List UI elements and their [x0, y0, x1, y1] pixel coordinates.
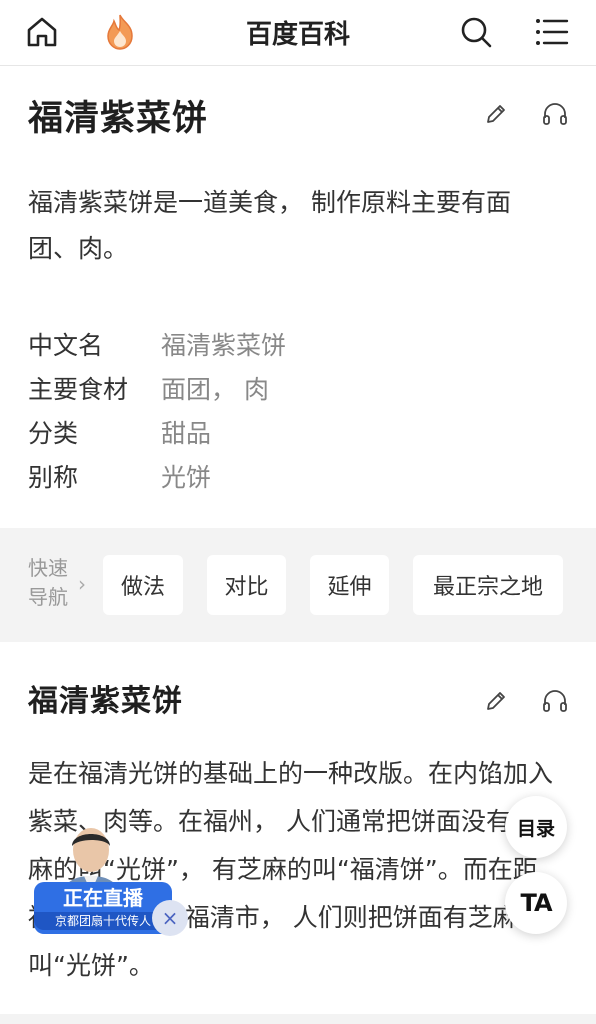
- home-icon[interactable]: [20, 10, 64, 54]
- info-value: 面团， 肉: [161, 375, 269, 404]
- quick-nav-label: 快速导航: [28, 556, 68, 609]
- info-row: 中文名 福清紫菜饼: [28, 322, 568, 366]
- info-key: 分类: [28, 419, 79, 448]
- info-row: 主要食材 面团， 肉: [28, 366, 568, 410]
- section-title: 福清紫菜饼: [28, 684, 183, 719]
- edit-icon[interactable]: [478, 96, 514, 132]
- info-key: 中文名: [28, 331, 104, 360]
- flame-icon[interactable]: [98, 10, 142, 54]
- info-row: 别称 光饼: [28, 454, 568, 498]
- edit-icon[interactable]: [478, 683, 514, 719]
- info-value: 光饼: [161, 463, 212, 492]
- quick-nav-item-compare[interactable]: 对比: [207, 555, 286, 615]
- info-row: 分类 甜品: [28, 410, 568, 454]
- brand-title[interactable]: 百度百科: [246, 20, 350, 50]
- headphones-icon[interactable]: [537, 683, 573, 719]
- live-widget[interactable]: 正在直播 京都团扇十代传人 ×: [28, 822, 196, 940]
- page-title: 福清紫菜饼: [28, 99, 209, 139]
- top-bar: 百度百科: [0, 0, 596, 66]
- menu-icon[interactable]: [530, 10, 574, 54]
- entry-summary: 福清紫菜饼是一道美食， 制作原料主要有面团、肉。: [28, 188, 511, 263]
- ta-button[interactable]: TA: [505, 872, 567, 934]
- live-badge[interactable]: 正在直播 京都团扇十代传人: [34, 882, 172, 934]
- quick-nav-item-extend[interactable]: 延伸: [310, 555, 389, 615]
- info-value: 甜品: [161, 419, 212, 448]
- quick-nav-item-origin[interactable]: 最正宗之地: [413, 555, 563, 615]
- basic-info: 中文名 福清紫菜饼 主要食材 面团， 肉 分类 甜品 别称 光饼: [28, 322, 568, 498]
- quick-nav-item-method[interactable]: 做法: [103, 555, 183, 615]
- chevron-right-icon: ›: [78, 572, 86, 596]
- live-status: 正在直播: [63, 886, 143, 910]
- close-icon[interactable]: ×: [152, 900, 188, 936]
- toc-button[interactable]: 目录: [505, 796, 567, 858]
- divider: [0, 1014, 596, 1024]
- quick-nav: 快速导航 › 做法 对比 延伸 最正宗之地: [0, 528, 596, 642]
- info-key: 别称: [28, 463, 79, 492]
- info-key: 主要食材: [28, 375, 129, 404]
- headphones-icon[interactable]: [537, 96, 573, 132]
- search-icon[interactable]: [454, 10, 498, 54]
- info-value: 福清紫菜饼: [161, 331, 287, 360]
